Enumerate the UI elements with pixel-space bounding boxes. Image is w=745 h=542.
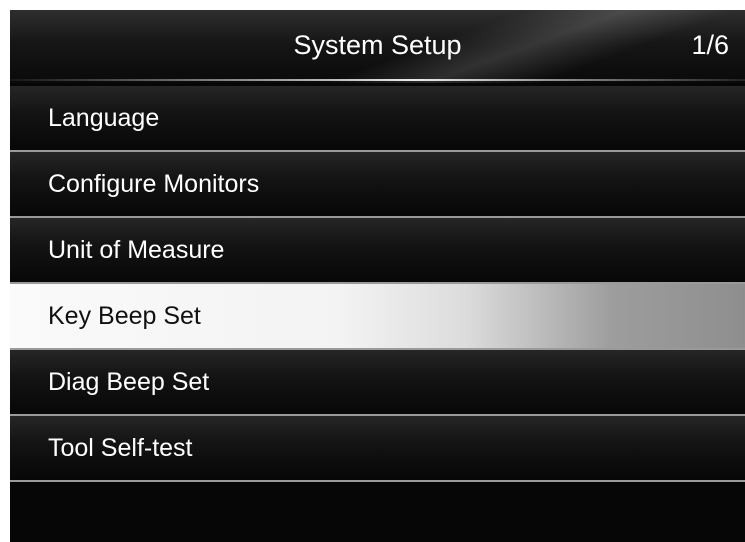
page-title: System Setup [293,30,462,60]
page-indicator: 1/6 [691,30,729,60]
device-screen: System Setup 1/6 Language Configure Moni… [10,10,745,542]
menu-item-label: Key Beep Set [48,302,201,330]
menu-item-diag-beep-set[interactable]: Diag Beep Set [10,350,745,416]
menu-item-key-beep-set[interactable]: Key Beep Set [10,284,745,350]
menu-item-label: Tool Self-test [48,434,193,462]
menu-item-tool-self-test[interactable]: Tool Self-test [10,416,745,482]
setup-menu: Language Configure Monitors Unit of Meas… [10,86,745,482]
menu-item-configure-monitors[interactable]: Configure Monitors [10,152,745,218]
menu-item-language[interactable]: Language [10,86,745,152]
menu-item-label: Diag Beep Set [48,368,210,396]
title-bar: System Setup 1/6 [10,10,745,83]
menu-item-label: Unit of Measure [48,236,225,264]
menu-item-unit-of-measure[interactable]: Unit of Measure [10,218,745,284]
menu-item-label: Language [48,104,160,132]
menu-item-label: Configure Monitors [48,170,260,198]
